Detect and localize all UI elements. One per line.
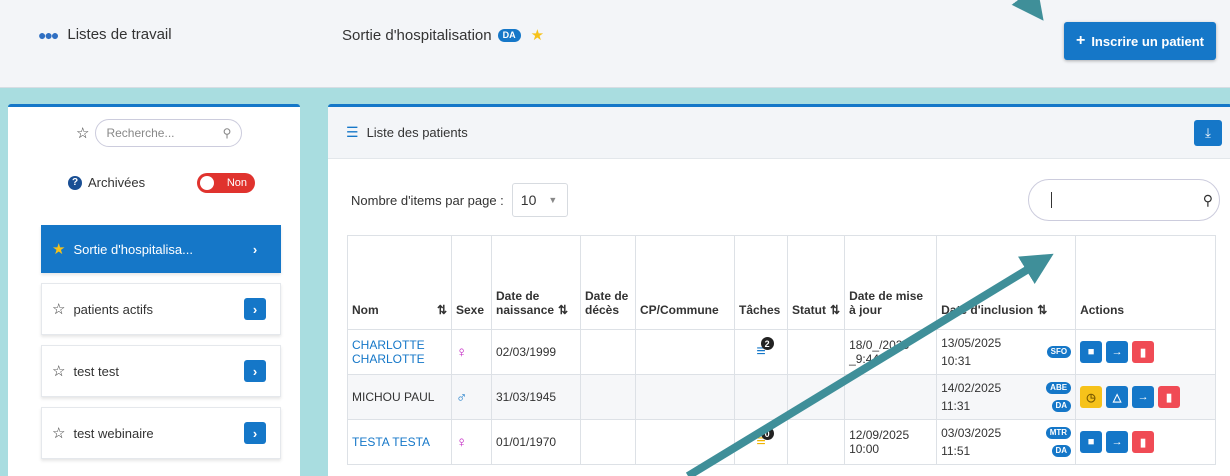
annotation-arrows — [685, 0, 1054, 476]
arrow-to-search — [685, 253, 1054, 476]
arrow-to-register — [1011, 0, 1044, 21]
